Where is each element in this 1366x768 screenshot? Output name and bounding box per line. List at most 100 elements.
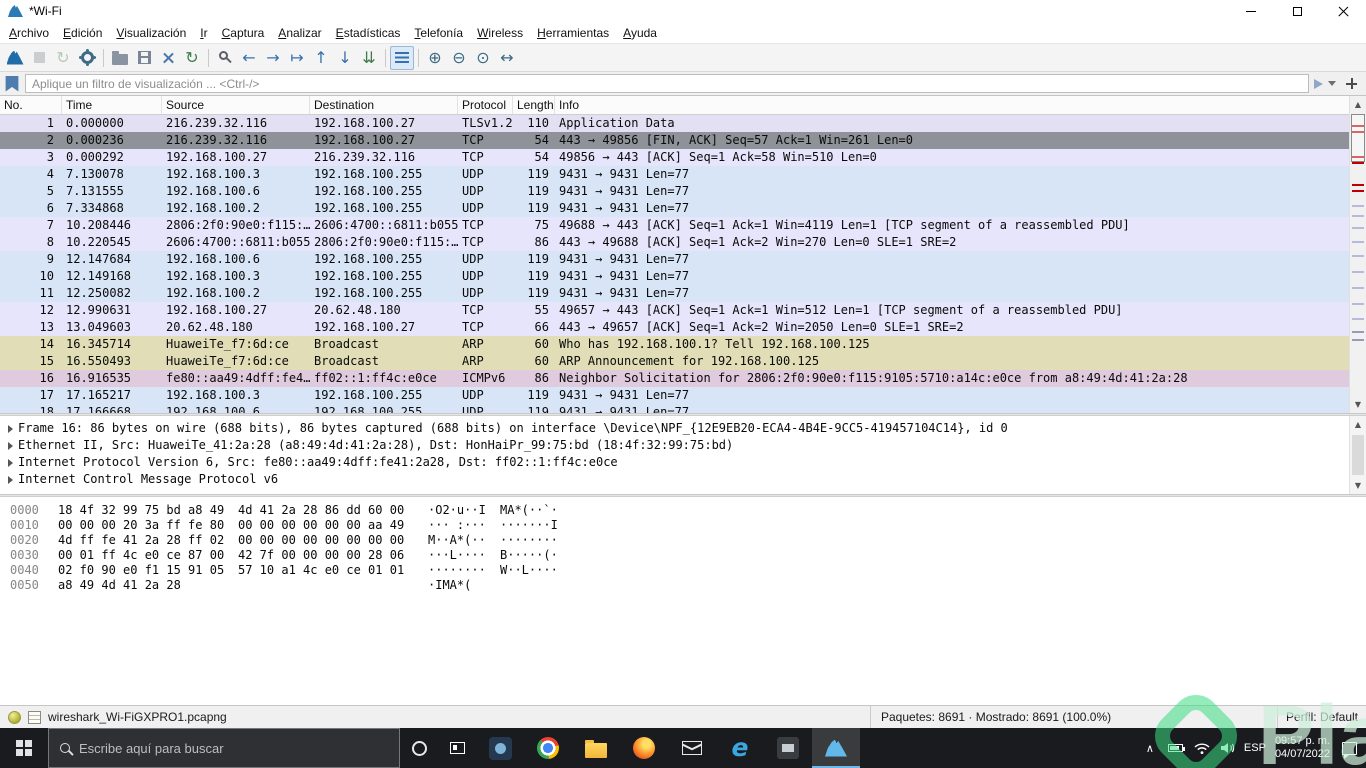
packet-row-4[interactable]: 4 7.130078 192.168.100.3 192.168.100.255 UDP… — [0, 166, 1349, 183]
go-first-button[interactable]: ↑ — [309, 46, 333, 70]
taskbar-edge-button[interactable] — [716, 728, 764, 768]
profile-selector[interactable]: Perfil: Default — [1278, 710, 1366, 724]
task-view-button[interactable] — [438, 728, 476, 768]
apply-filter-icon[interactable] — [1314, 78, 1323, 89]
packet-row-12[interactable]: 12 12.990631 192.168.100.27 20.62.48.180 TCP… — [0, 302, 1349, 319]
go-forward-button[interactable]: → — [261, 46, 285, 70]
close-file-button[interactable] — [156, 46, 180, 70]
reload-file-button[interactable]: ↻ — [180, 46, 204, 70]
menu-item-estadisticas[interactable]: Estadísticas — [329, 23, 408, 43]
menu-item-telefonia[interactable]: Telefonía — [407, 23, 470, 43]
menu-item-visualizacion[interactable]: Visualización — [109, 23, 193, 43]
taskbar-chrome-button[interactable] — [524, 728, 572, 768]
scroll-up-icon[interactable]: ▲ — [1350, 96, 1366, 113]
packet-row-7[interactable]: 7 10.208446 2806:2f0:90e0:f115:… 2606:4700:… — [0, 217, 1349, 234]
restart-capture-button[interactable]: ↻ — [51, 46, 75, 70]
expand-arrow-icon[interactable] — [2, 425, 18, 433]
taskbar-search[interactable] — [48, 728, 400, 768]
battery-button[interactable] — [1163, 728, 1189, 768]
minimize-button[interactable] — [1228, 0, 1274, 22]
hex-line-0000[interactable]: 0000 18 4f 32 99 75 bd a8 49 4d 41 2a 28 8… — [10, 503, 1366, 518]
column-header-no[interactable]: No. — [0, 96, 62, 114]
taskbar-unknown-app-2-button[interactable] — [764, 728, 812, 768]
details-scroll-up-icon[interactable]: ▲ — [1350, 416, 1366, 433]
packet-row-6[interactable]: 6 7.334868 192.168.100.2 192.168.100.255 UDP… — [0, 200, 1349, 217]
start-button[interactable] — [0, 728, 48, 768]
detail-row-2[interactable]: Internet Protocol Version 6, Src: fe80::… — [2, 454, 1349, 471]
zoom-out-button[interactable]: ⊖ — [447, 46, 471, 70]
auto-scroll-button[interactable]: ⇊ — [357, 46, 381, 70]
packet-scrollbar[interactable]: ▲ ▼ — [1349, 96, 1366, 413]
filter-dropdown-caret-icon[interactable] — [1328, 81, 1336, 86]
column-header-info[interactable]: Info — [555, 96, 1349, 114]
expand-arrow-icon[interactable] — [2, 442, 18, 450]
menu-item-captura[interactable]: Captura — [215, 23, 272, 43]
hex-line-0050[interactable]: 0050 a8 49 4d 41 2a 28 ·IMA*( — [10, 578, 1366, 593]
volume-button[interactable] — [1215, 728, 1241, 768]
packet-row-17[interactable]: 17 17.165217 192.168.100.3 192.168.100.255 U… — [0, 387, 1349, 404]
column-header-destination[interactable]: Destination — [310, 96, 458, 114]
menu-item-ir[interactable]: Ir — [193, 23, 214, 43]
close-button[interactable] — [1320, 0, 1366, 22]
expand-arrow-icon[interactable] — [2, 476, 18, 484]
expand-arrow-icon[interactable] — [2, 459, 18, 467]
menu-item-analizar[interactable]: Analizar — [271, 23, 328, 43]
hex-line-0010[interactable]: 0010 00 00 00 20 3a ff fe 80 00 00 00 00 0… — [10, 518, 1366, 533]
find-packet-button[interactable] — [213, 46, 237, 70]
taskbar-search-input[interactable] — [79, 740, 388, 756]
maximize-button[interactable] — [1274, 0, 1320, 22]
detail-row-1[interactable]: Ethernet II, Src: HuaweiTe_41:2a:28 (a8:… — [2, 437, 1349, 454]
go-last-button[interactable]: ↓ — [333, 46, 357, 70]
hex-line-0040[interactable]: 0040 02 f0 90 e0 f1 15 91 05 57 10 a1 4c e… — [10, 563, 1366, 578]
details-scrollbar-thumb[interactable] — [1352, 435, 1364, 475]
stop-capture-button[interactable] — [27, 46, 51, 70]
language-indicator[interactable]: ESP — [1241, 728, 1269, 768]
start-capture-button[interactable] — [3, 46, 27, 70]
add-filter-button[interactable] — [1344, 76, 1359, 91]
packet-row-9[interactable]: 9 12.147684 192.168.100.6 192.168.100.255 UD… — [0, 251, 1349, 268]
column-header-protocol[interactable]: Protocol — [458, 96, 513, 114]
filter-bookmark-icon[interactable] — [5, 75, 19, 92]
details-scrollbar[interactable]: ▲ ▼ — [1349, 416, 1366, 494]
packet-row-1[interactable]: 1 0.000000 216.239.32.116 192.168.100.27 TLS… — [0, 115, 1349, 132]
packet-row-14[interactable]: 14 16.345714 HuaweiTe_f7:6d:ce Broadcast ARP… — [0, 336, 1349, 353]
details-scroll-down-icon[interactable]: ▼ — [1350, 477, 1366, 494]
cortana-button[interactable] — [400, 728, 438, 768]
column-header-time[interactable]: Time — [62, 96, 162, 114]
details-scrollbar-track[interactable] — [1350, 433, 1366, 477]
scroll-down-icon[interactable]: ▼ — [1350, 396, 1366, 413]
hex-line-0030[interactable]: 0030 00 01 ff 4c e0 ce 87 00 42 7f 00 00 0… — [10, 548, 1366, 563]
save-file-button[interactable] — [132, 46, 156, 70]
network-button[interactable] — [1189, 728, 1215, 768]
resize-columns-button[interactable]: ↔ — [495, 46, 519, 70]
open-file-button[interactable] — [108, 46, 132, 70]
packet-row-8[interactable]: 8 10.220545 2606:4700::6811:b055 2806:2f0:9… — [0, 234, 1349, 251]
packet-row-2[interactable]: 2 0.000236 216.239.32.116 192.168.100.27 TCP… — [0, 132, 1349, 149]
taskbar-mail-button[interactable] — [668, 728, 716, 768]
action-center-button[interactable] — [1336, 728, 1362, 768]
detail-row-3[interactable]: Internet Control Message Protocol v6 — [2, 471, 1349, 488]
taskbar-file-explorer-button[interactable] — [572, 728, 620, 768]
column-header-source[interactable]: Source — [162, 96, 310, 114]
detail-row-0[interactable]: Frame 16: 86 bytes on wire (688 bits), 8… — [2, 420, 1349, 437]
go-back-button[interactable]: ← — [237, 46, 261, 70]
packet-row-5[interactable]: 5 7.131555 192.168.100.6 192.168.100.255 UDP… — [0, 183, 1349, 200]
menu-item-herramientas[interactable]: Herramientas — [530, 23, 616, 43]
packet-row-16[interactable]: 16 16.916535 fe80::aa49:4dff:fe4… ff02::1:f… — [0, 370, 1349, 387]
menu-item-wireless[interactable]: Wireless — [470, 23, 530, 43]
menu-item-archivo[interactable]: Archivo — [2, 23, 56, 43]
taskbar-firefox-button[interactable] — [620, 728, 668, 768]
packet-row-10[interactable]: 10 12.149168 192.168.100.3 192.168.100.255 U… — [0, 268, 1349, 285]
packet-row-13[interactable]: 13 13.049603 20.62.48.180 192.168.100.27 TCP… — [0, 319, 1349, 336]
capture-comment-icon[interactable] — [28, 710, 41, 724]
capture-options-button[interactable] — [75, 46, 99, 70]
taskbar-wireshark-button[interactable] — [812, 728, 860, 768]
menu-item-edicion[interactable]: Edición — [56, 23, 109, 43]
packet-row-15[interactable]: 15 16.550493 HuaweiTe_f7:6d:ce Broadcast ARP… — [0, 353, 1349, 370]
packet-scrollbar-thumb[interactable] — [1351, 114, 1365, 162]
taskbar-unknown-app-1-button[interactable] — [476, 728, 524, 768]
colorize-packets-button[interactable] — [390, 45, 414, 70]
packet-scrollbar-track[interactable] — [1350, 113, 1366, 396]
packet-row-18[interactable]: 18 17.166668 192.168.100.6 192.168.100.255 U… — [0, 404, 1349, 413]
go-to-packet-button[interactable]: ↦ — [285, 46, 309, 70]
